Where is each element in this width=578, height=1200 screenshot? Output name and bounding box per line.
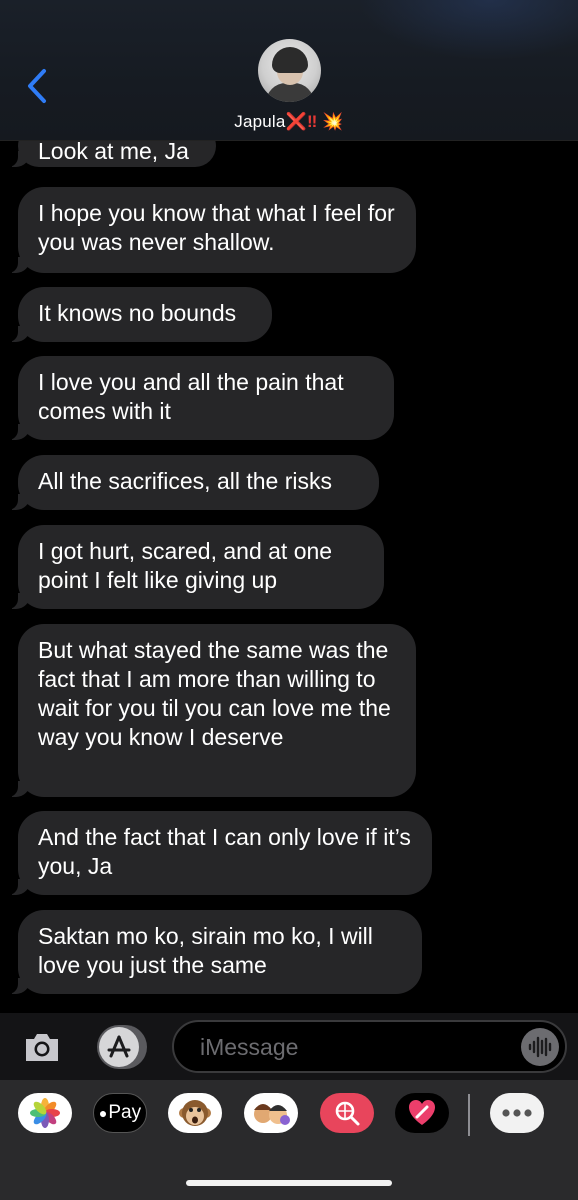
photos-app-icon[interactable] — [18, 1093, 72, 1133]
app-drawer-divider — [468, 1094, 470, 1136]
contact-name-text: Japula — [234, 112, 286, 131]
message-text: I hope you know that what I feel for you… — [38, 200, 395, 255]
app-store-icon — [107, 1035, 131, 1058]
message-text: All the sacrifices, all the risks — [38, 468, 332, 494]
imessage-placeholder: iMessage — [200, 1034, 299, 1060]
message-bubble[interactable]: It knows no bounds — [6, 287, 272, 342]
app-store-button[interactable] — [97, 1025, 147, 1069]
contact-avatar[interactable] — [258, 39, 321, 102]
message-text: Saktan mo ko, sirain mo ko, I will love … — [38, 923, 373, 978]
back-button[interactable] — [22, 66, 52, 106]
collision-emoji: 💥 — [322, 112, 344, 131]
digital-touch-app-icon[interactable] — [395, 1093, 449, 1133]
message-bubble[interactable]: Saktan mo ko, sirain mo ko, I will love … — [6, 910, 422, 994]
message-text: I got hurt, scared, and at one point I f… — [38, 538, 333, 593]
message-bubble[interactable]: But what stayed the same was the fact th… — [6, 624, 416, 797]
header-glow — [358, 0, 578, 60]
message-bubble[interactable]: I got hurt, scared, and at one point I f… — [6, 525, 384, 609]
apple-pay-label: Pay — [108, 1102, 142, 1123]
memoji-app-icon[interactable] — [244, 1093, 298, 1133]
camera-icon — [26, 1034, 58, 1061]
message-text: Look at me, Ja — [38, 141, 189, 164]
camera-button[interactable] — [22, 1027, 62, 1067]
conversation-header: Japula❌‼ 💥 — [0, 0, 578, 141]
animoji-app-icon[interactable] — [168, 1093, 222, 1133]
message-bubble[interactable]: I love you and all the pain that comes w… — [6, 356, 394, 440]
message-text: And the fact that I can only love if it’… — [38, 824, 411, 879]
double-exclamation-emoji: ‼ — [306, 112, 318, 131]
apple-logo-icon: ● — [98, 1105, 108, 1121]
compose-bar: iMessage — [0, 1013, 578, 1080]
chevron-left-icon — [28, 69, 46, 103]
home-indicator[interactable] — [186, 1180, 392, 1186]
message-text: But what stayed the same was the fact th… — [38, 637, 391, 750]
imessage-input[interactable]: iMessage — [172, 1020, 567, 1073]
audio-message-button[interactable] — [521, 1028, 559, 1066]
apple-pay-app-icon[interactable]: ● Pay — [93, 1093, 147, 1133]
cross-mark-emoji: ❌ — [285, 112, 307, 131]
more-apps-icon[interactable] — [490, 1093, 544, 1133]
message-text: It knows no bounds — [38, 300, 237, 326]
message-bubble[interactable]: Look at me, Ja — [6, 141, 216, 167]
message-list[interactable]: Look at me, Ja I hope you know that what… — [0, 141, 578, 1013]
image-search-app-icon[interactable] — [320, 1093, 374, 1133]
contact-name[interactable]: Japula❌‼ 💥 — [0, 112, 578, 132]
message-bubble[interactable]: All the sacrifices, all the risks — [6, 455, 379, 510]
message-bubble[interactable]: I hope you know that what I feel for you… — [6, 187, 416, 273]
waveform-icon — [528, 1036, 552, 1058]
message-text: I love you and all the pain that comes w… — [38, 369, 344, 424]
message-bubble[interactable]: And the fact that I can only love if it’… — [6, 811, 432, 895]
